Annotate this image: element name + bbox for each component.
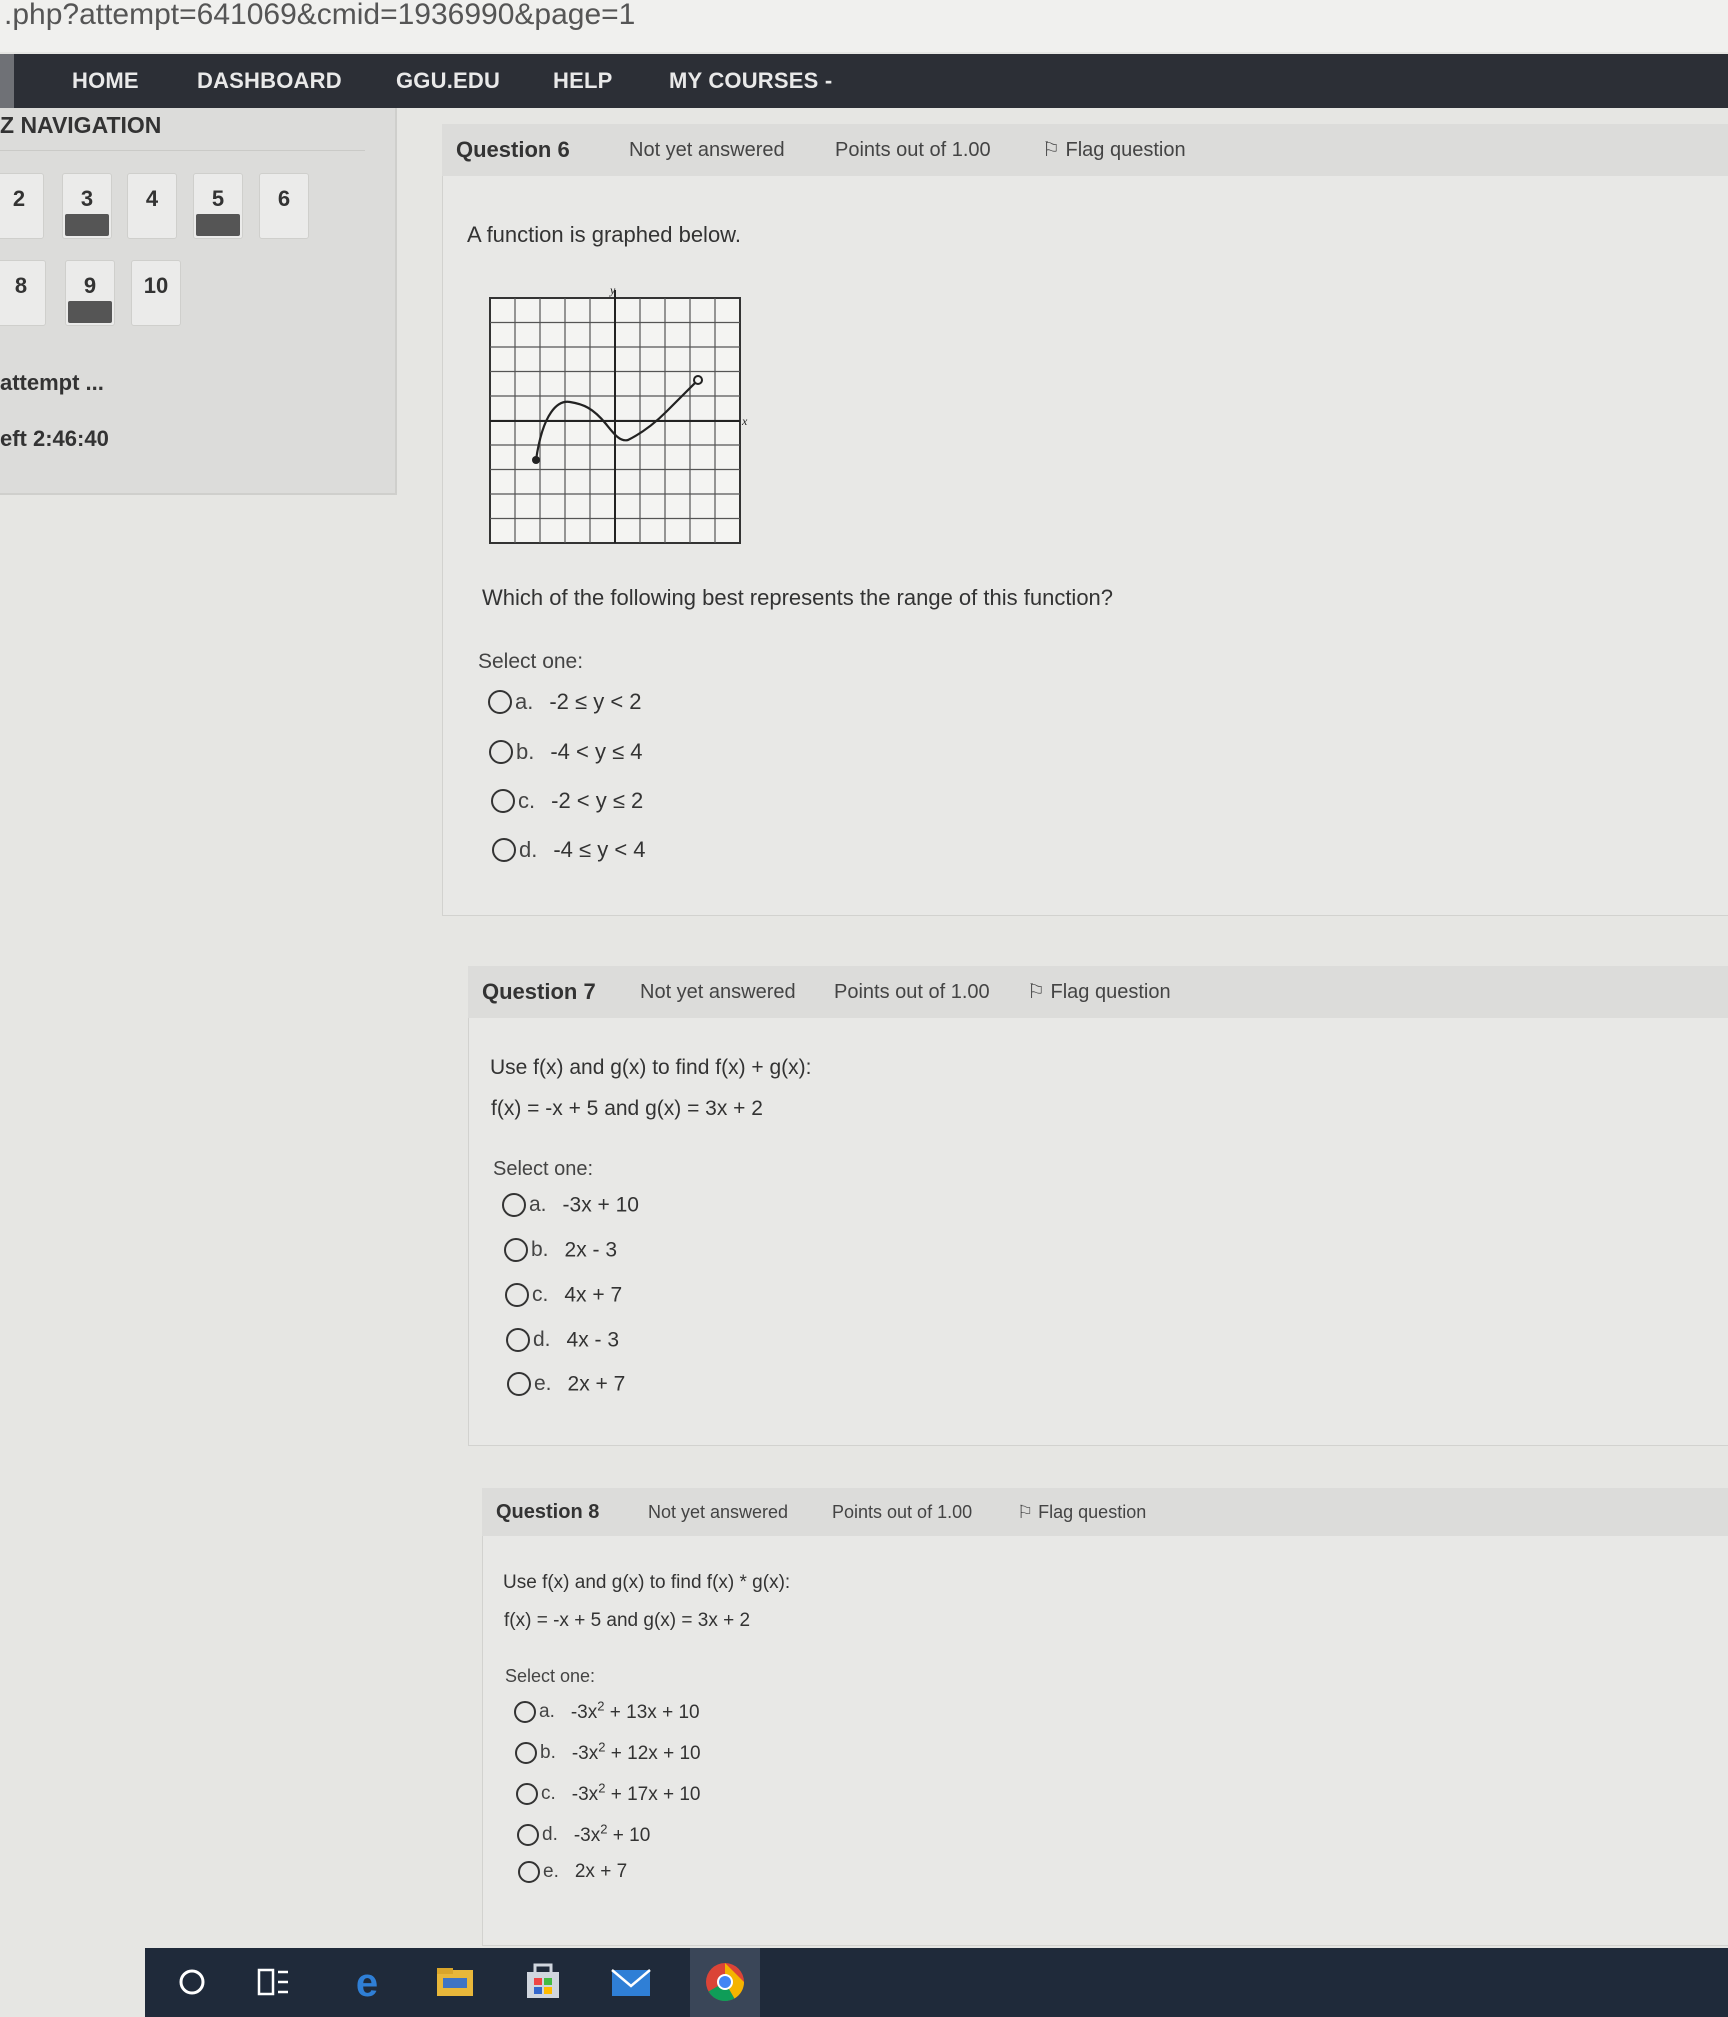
q6-option-b[interactable]: b. -4 < y ≤ 4 xyxy=(489,738,643,765)
windows-taskbar: e xyxy=(145,1948,1728,2017)
radio-button[interactable] xyxy=(514,1700,536,1723)
question-8-info: Question 8 Not yet answered Points out o… xyxy=(482,1488,1728,1536)
quiz-nav-question-5[interactable]: 5 xyxy=(193,173,243,239)
answered-marker xyxy=(196,214,240,236)
radio-button[interactable] xyxy=(492,838,516,863)
url-text: .php?attempt=641069&cmid=1936990&page=1 xyxy=(4,0,636,31)
quiz-nav-question-8[interactable]: 8 xyxy=(0,260,46,326)
radio-button[interactable] xyxy=(517,1823,539,1846)
function-graph-svg: y x xyxy=(489,283,748,544)
q8-option-a[interactable]: a. -3x2 + 13x + 10 xyxy=(514,1699,700,1724)
store-icon[interactable] xyxy=(521,1960,565,2004)
svg-text:e: e xyxy=(356,1961,378,2004)
select-one-label: Select one: xyxy=(493,1158,594,1180)
question-7-content xyxy=(468,1018,1728,1446)
sidebar-divider xyxy=(0,150,365,151)
radio-button[interactable] xyxy=(491,789,515,814)
nav-dashboard-link[interactable]: DASHBOARD xyxy=(197,54,342,108)
quiz-navigation-block: Z NAVIGATION 2 3 4 5 6 8 9 10 attempt ..… xyxy=(0,108,397,495)
quiz-nav-question-2[interactable]: 2 xyxy=(0,173,44,239)
flag-question-button[interactable]: ⚐ Flag question xyxy=(1027,966,1171,1018)
q6-option-d[interactable]: d. -4 ≤ y < 4 xyxy=(492,836,646,863)
question-state: Not yet answered xyxy=(629,139,785,161)
question-8-line1: Use f(x) and g(x) to find f(x) * g(x): xyxy=(503,1572,791,1593)
select-one-label: Select one: xyxy=(478,650,584,673)
y-axis-label: y xyxy=(609,283,616,297)
q6-option-c[interactable]: c. -2 < y ≤ 2 xyxy=(491,787,643,814)
q6-option-a[interactable]: a. -2 ≤ y < 2 xyxy=(488,688,642,715)
flag-question-button[interactable]: ⚐ Flag question xyxy=(1042,124,1186,176)
quiz-nav-question-3[interactable]: 3 xyxy=(62,173,112,239)
finish-attempt-link[interactable]: attempt ... xyxy=(0,370,104,396)
question-state: Not yet answered xyxy=(640,981,796,1003)
question-points: Points out of 1.00 xyxy=(832,1502,973,1522)
question-7-info: Question 7 Not yet answered Points out o… xyxy=(468,966,1728,1018)
q7-option-b[interactable]: b. 2x - 3 xyxy=(504,1238,617,1263)
cortana-icon[interactable] xyxy=(170,1960,214,2004)
radio-button[interactable] xyxy=(502,1193,526,1218)
question-6-intro: A function is graphed below. xyxy=(467,222,741,247)
q7-option-a[interactable]: a. -3x + 10 xyxy=(502,1193,639,1218)
q8-option-c[interactable]: c. -3x2 + 17x + 10 xyxy=(516,1781,701,1806)
radio-button[interactable] xyxy=(488,690,512,715)
open-endpoint xyxy=(693,375,703,385)
radio-button[interactable] xyxy=(506,1328,530,1353)
question-8-line2: f(x) = -x + 5 and g(x) = 3x + 2 xyxy=(504,1610,751,1631)
question-state: Not yet answered xyxy=(648,1502,789,1522)
question-number: Question 8 xyxy=(496,1501,600,1523)
q7-option-d[interactable]: d. 4x - 3 xyxy=(506,1328,619,1353)
question-7-line1: Use f(x) and g(x) to find f(x) + g(x): xyxy=(490,1056,812,1079)
radio-button[interactable] xyxy=(504,1238,528,1263)
question-number: Question 6 xyxy=(456,137,570,162)
quiz-navigation-title: Z NAVIGATION xyxy=(0,112,162,138)
navbar-edge xyxy=(0,54,14,108)
question-points: Points out of 1.00 xyxy=(835,139,991,161)
q8-option-b[interactable]: b. -3x2 + 12x + 10 xyxy=(515,1740,701,1765)
quiz-nav-question-10[interactable]: 10 xyxy=(131,260,181,326)
closed-endpoint xyxy=(532,456,540,464)
answered-marker xyxy=(65,214,109,236)
flag-icon: ⚐ xyxy=(1027,981,1051,1003)
question-6-prompt: Which of the following best represents t… xyxy=(482,585,1114,610)
quiz-nav-question-4[interactable]: 4 xyxy=(127,173,177,239)
radio-button[interactable] xyxy=(489,740,513,765)
question-number: Question 7 xyxy=(482,979,596,1004)
radio-button[interactable] xyxy=(518,1861,540,1883)
file-explorer-icon[interactable] xyxy=(433,1960,477,2004)
address-bar[interactable]: .php?attempt=641069&cmid=1936990&page=1 xyxy=(0,0,1728,52)
nav-ggu-link[interactable]: GGU.EDU xyxy=(396,54,500,108)
radio-button[interactable] xyxy=(505,1283,529,1308)
nav-mycourses-menu[interactable]: MY COURSES - xyxy=(669,54,832,108)
q7-option-c[interactable]: c. 4x + 7 xyxy=(505,1283,622,1308)
q8-option-d[interactable]: d. -3x2 + 10 xyxy=(517,1822,650,1847)
function-graph: y x xyxy=(488,282,748,548)
radio-button[interactable] xyxy=(516,1782,538,1805)
chrome-icon[interactable] xyxy=(703,1960,747,2004)
flag-question-button[interactable]: ⚐ Flag question xyxy=(1017,1488,1146,1536)
top-navbar: HOME DASHBOARD GGU.EDU HELP MY COURSES - xyxy=(0,54,1728,108)
quiz-nav-question-6[interactable]: 6 xyxy=(259,173,309,239)
time-left: eft 2:46:40 xyxy=(0,426,109,451)
q7-option-e[interactable]: e. 2x + 7 xyxy=(507,1372,625,1397)
question-points: Points out of 1.00 xyxy=(834,981,990,1003)
question-6-info: Question 6 Not yet answered Points out o… xyxy=(442,124,1728,176)
task-view-icon[interactable] xyxy=(251,1960,295,2004)
question-7-line2: f(x) = -x + 5 and g(x) = 3x + 2 xyxy=(491,1097,763,1120)
edge-icon[interactable]: e xyxy=(345,1960,389,2004)
x-axis-label: x xyxy=(741,414,748,428)
radio-button[interactable] xyxy=(515,1741,537,1764)
q8-option-e[interactable]: e. 2x + 7 xyxy=(518,1861,627,1883)
flag-icon: ⚐ xyxy=(1042,139,1066,161)
nav-help-link[interactable]: HELP xyxy=(553,54,612,108)
flag-icon: ⚐ xyxy=(1017,1502,1039,1522)
answered-marker xyxy=(68,301,112,323)
mail-icon[interactable] xyxy=(609,1960,653,2004)
quiz-nav-question-9[interactable]: 9 xyxy=(65,260,115,326)
radio-button[interactable] xyxy=(507,1372,531,1397)
nav-home-link[interactable]: HOME xyxy=(72,54,139,108)
select-one-label: Select one: xyxy=(505,1666,596,1686)
